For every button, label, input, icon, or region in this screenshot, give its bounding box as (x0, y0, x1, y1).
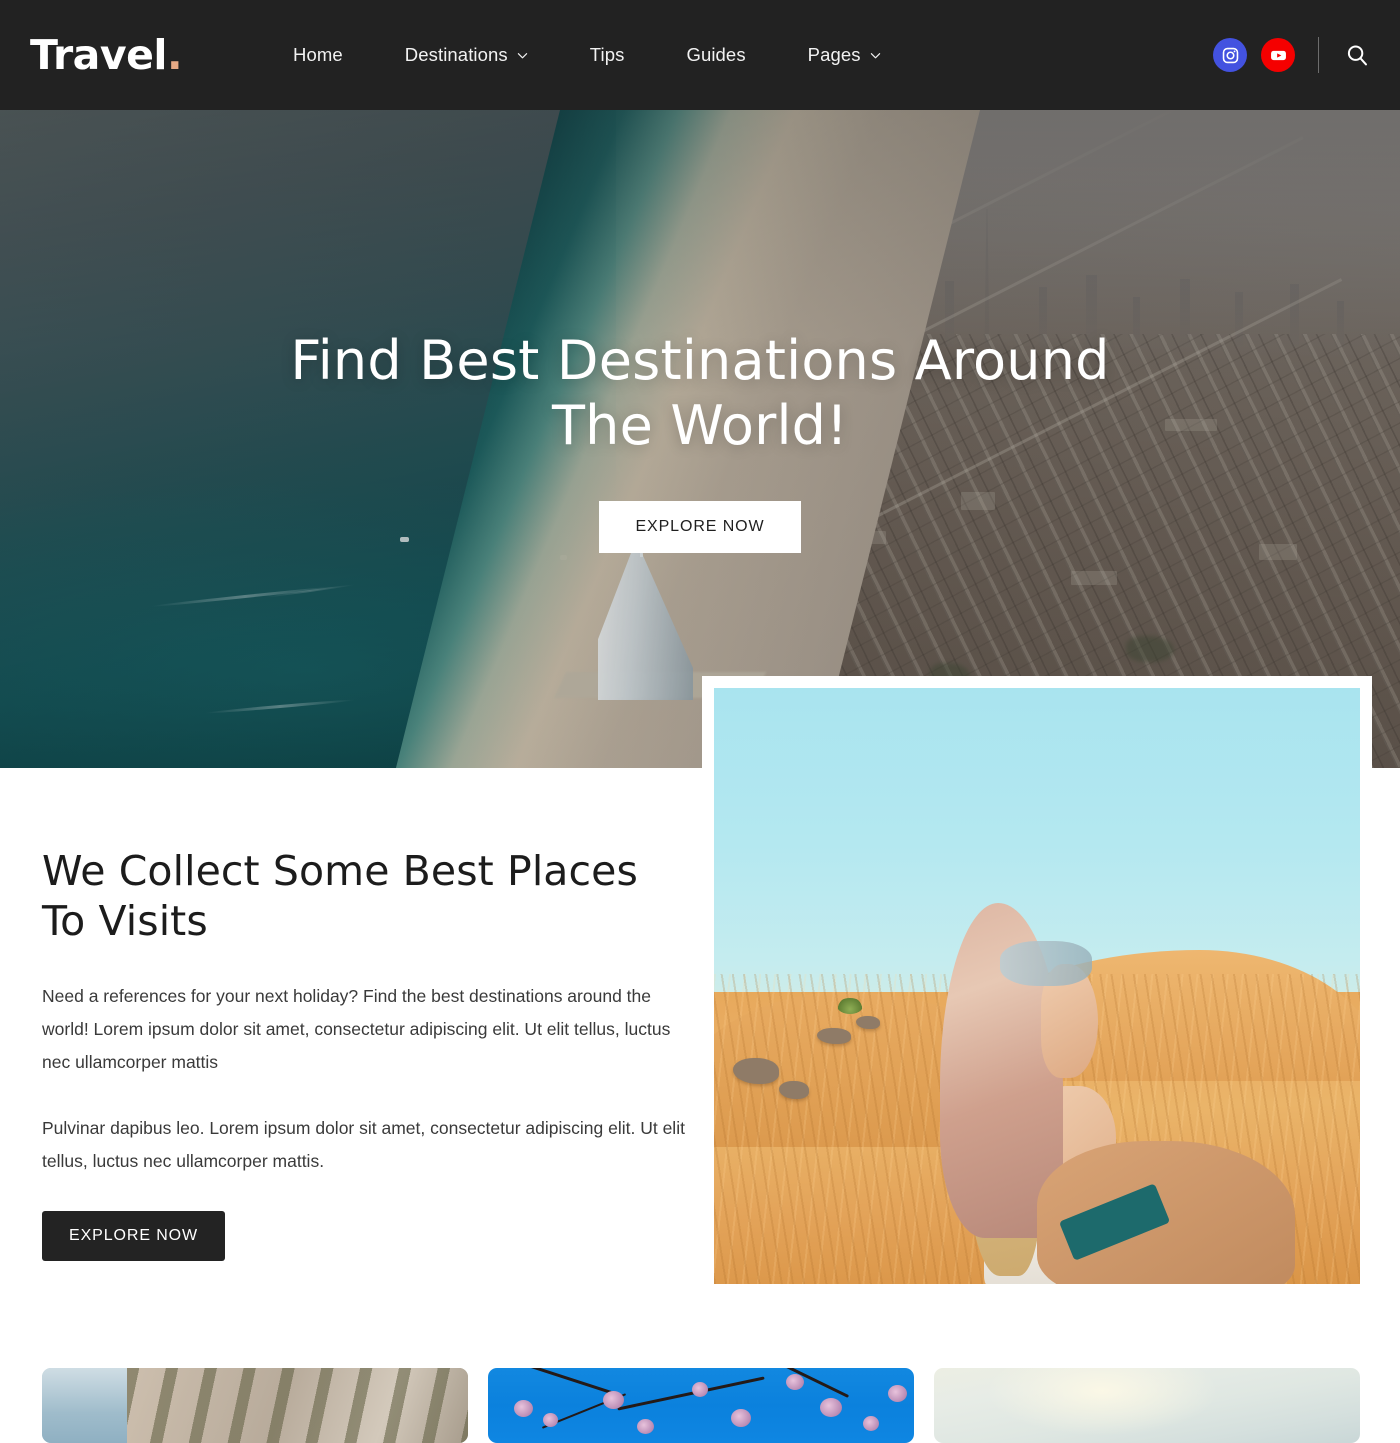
nav-label: Tips (589, 44, 625, 65)
nav-item-home[interactable]: Home (262, 44, 374, 66)
hero-title-line-1: Find Best Destinations Around (290, 329, 1110, 392)
feature-desert-image (714, 688, 1360, 1284)
hero-section: Find Best Destinations Around The World!… (0, 110, 1400, 768)
card-sky-glow (985, 1368, 1220, 1436)
site-logo[interactable]: Travel. (30, 34, 183, 76)
hero-content: Find Best Destinations Around The World!… (0, 110, 1400, 768)
header-actions (1213, 0, 1372, 110)
nav-label: Guides (686, 44, 746, 65)
site-header: Travel. Home Destinations Tips Guides Pa… (0, 0, 1400, 110)
instagram-icon[interactable] (1213, 38, 1247, 72)
desert-rock (817, 1027, 852, 1044)
feature-paragraph-2: Pulvinar dapibus leo. Lorem ipsum dolor … (42, 1117, 685, 1171)
desert-shrub (836, 997, 863, 1014)
desert-rock (733, 1057, 780, 1084)
travel-landing-page: Travel. Home Destinations Tips Guides Pa… (0, 0, 1400, 1443)
main-navigation: Home Destinations Tips Guides Pages (262, 44, 912, 66)
youtube-icon[interactable] (1261, 38, 1295, 72)
feature-text-column: We Collect Some Best Places To Visits Ne… (42, 846, 692, 1262)
card-alt-text: Cherry blossom branches against blue sky (488, 1368, 489, 1369)
hero-title: Find Best Destinations Around The World! (260, 328, 1140, 459)
nav-item-destinations[interactable]: Destinations (374, 44, 559, 66)
feature-title: We Collect Some Best Places To Visits (42, 847, 638, 946)
card-alt-text: Pale overcast sky (934, 1368, 935, 1369)
destination-card-2[interactable]: Cherry blossom branches against blue sky (488, 1368, 914, 1443)
feature-explore-now-button[interactable]: EXPLORE NOW (42, 1211, 226, 1262)
nav-label: Destinations (404, 44, 508, 65)
figure-headband (999, 940, 1092, 987)
hero-explore-now-button[interactable]: EXPLORE NOW (599, 500, 801, 553)
card-cliff (127, 1368, 468, 1443)
destination-card-row: Coastal cliffs above blue sea Cherry blo… (0, 1368, 1400, 1443)
logo-dot: . (166, 30, 183, 79)
destination-card-3[interactable]: Pale overcast sky (934, 1368, 1360, 1443)
feature-paragraph-1: Need a references for your next holiday?… (42, 986, 671, 1072)
header-divider (1318, 37, 1319, 73)
logo-text: Travel (30, 30, 167, 79)
nav-label: Home (293, 44, 343, 65)
destination-card-1[interactable]: Coastal cliffs above blue sea (42, 1368, 468, 1443)
hero-title-line-2: The World! (552, 394, 848, 458)
desert-rock (856, 1015, 881, 1029)
nav-item-tips[interactable]: Tips (559, 44, 656, 66)
nav-item-pages[interactable]: Pages (777, 44, 912, 66)
chevron-down-icon (517, 50, 528, 61)
nav-label: Pages (807, 44, 861, 65)
search-icon[interactable] (1342, 40, 1372, 70)
feature-image-frame (702, 676, 1372, 1296)
chevron-down-icon (870, 50, 881, 61)
nav-item-guides[interactable]: Guides (655, 44, 776, 66)
